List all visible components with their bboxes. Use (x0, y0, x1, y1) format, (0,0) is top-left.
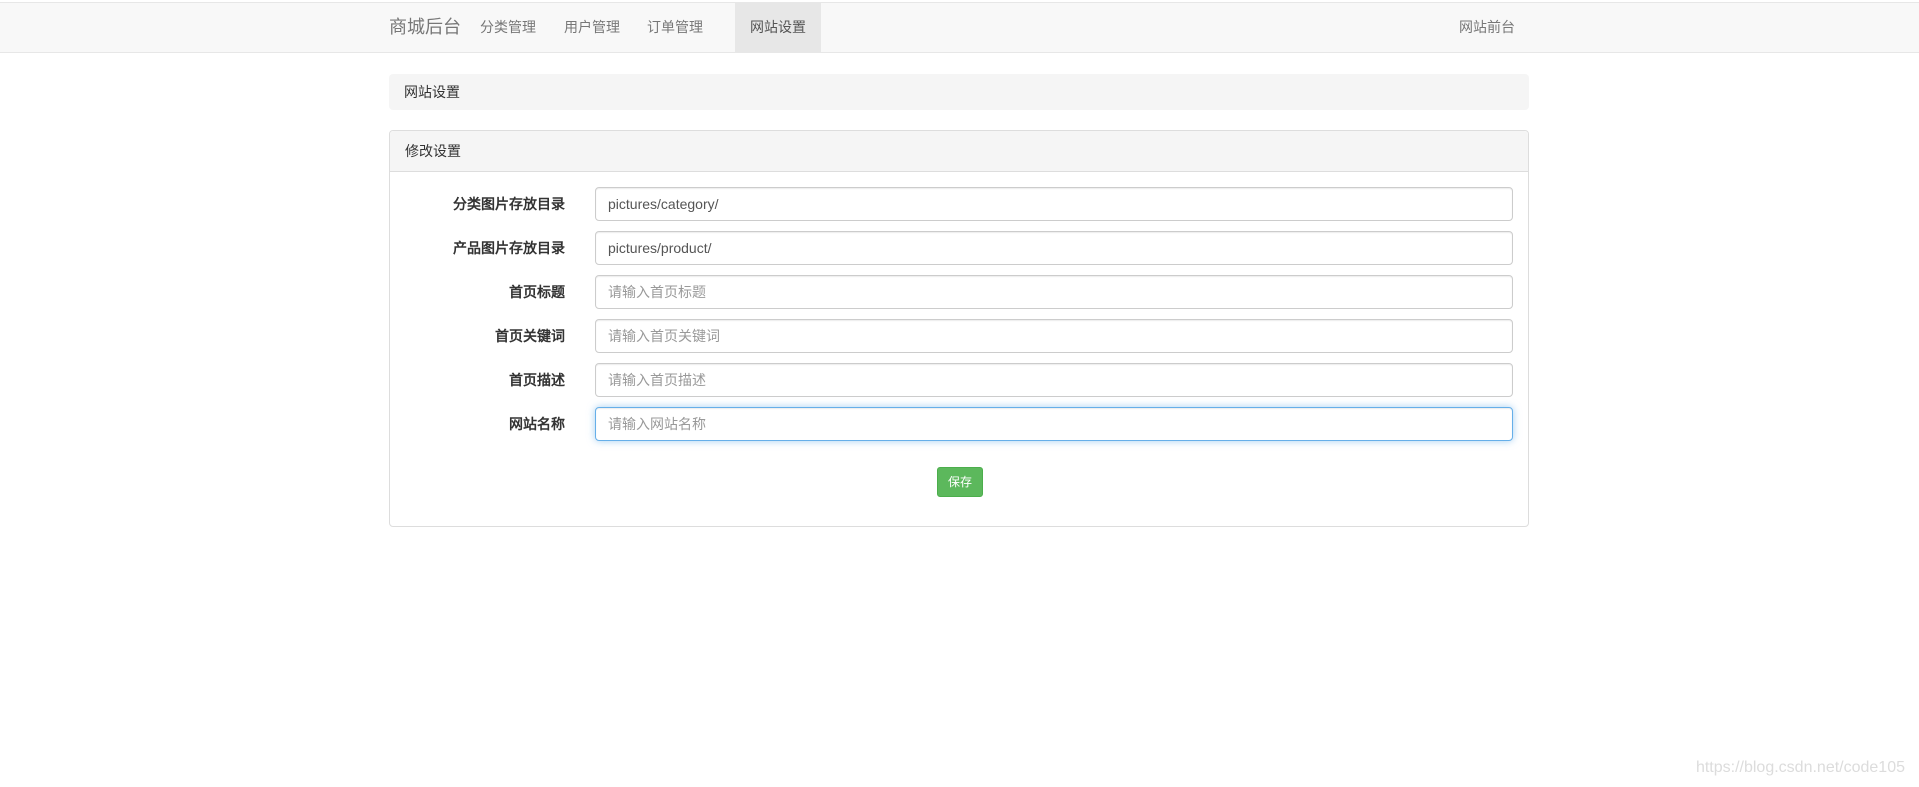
nav-item-storefront[interactable]: 网站前台 (1459, 3, 1515, 52)
form-row-home-title: 首页标题 (390, 275, 1528, 309)
field-label: 网站名称 (509, 416, 565, 432)
watermark: https://blog.csdn.net/code105 (1695, 759, 1905, 776)
nav-item-orders[interactable]: 订单管理 (646, 3, 704, 52)
top-navbar: 商城后台 分类管理 用户管理 订单管理 网站设置 网站前台 (0, 2, 1919, 53)
form-row-home-description: 首页描述 (390, 363, 1528, 397)
form-row-site-name: 网站名称 (390, 407, 1528, 441)
home-keywords-input[interactable] (595, 319, 1513, 353)
field-label: 首页标题 (509, 284, 565, 300)
form-row-home-keywords: 首页关键词 (390, 319, 1528, 353)
site-name-input[interactable] (595, 407, 1513, 441)
field-label: 产品图片存放目录 (453, 240, 565, 256)
navbar-inner: 商城后台 分类管理 用户管理 订单管理 网站设置 网站前台 (389, 3, 1529, 52)
settings-panel: 修改设置 分类图片存放目录 产品图片存放目录 首页标题 首页关键词 首页描述 网… (389, 130, 1529, 527)
panel-title: 修改设置 (390, 131, 1528, 172)
product-image-dir-input[interactable] (595, 231, 1513, 265)
save-button[interactable]: 保存 (937, 467, 983, 497)
field-label: 分类图片存放目录 (453, 196, 565, 212)
nav-item-category[interactable]: 分类管理 (477, 3, 539, 52)
home-description-input[interactable] (595, 363, 1513, 397)
field-label: 首页描述 (509, 372, 565, 388)
home-title-input[interactable] (595, 275, 1513, 309)
nav-item-site-settings[interactable]: 网站设置 (735, 3, 821, 52)
field-label: 首页关键词 (495, 328, 565, 344)
category-image-dir-input[interactable] (595, 187, 1513, 221)
brand-link[interactable]: 商城后台 (389, 3, 461, 52)
form-row-product-dir: 产品图片存放目录 (390, 231, 1528, 265)
nav-item-users[interactable]: 用户管理 (564, 3, 620, 52)
page: 商城后台 分类管理 用户管理 订单管理 网站设置 网站前台 网站设置 修改设置 … (0, 0, 1919, 787)
form-row-category-dir: 分类图片存放目录 (390, 187, 1528, 221)
breadcrumb: 网站设置 (389, 74, 1529, 110)
